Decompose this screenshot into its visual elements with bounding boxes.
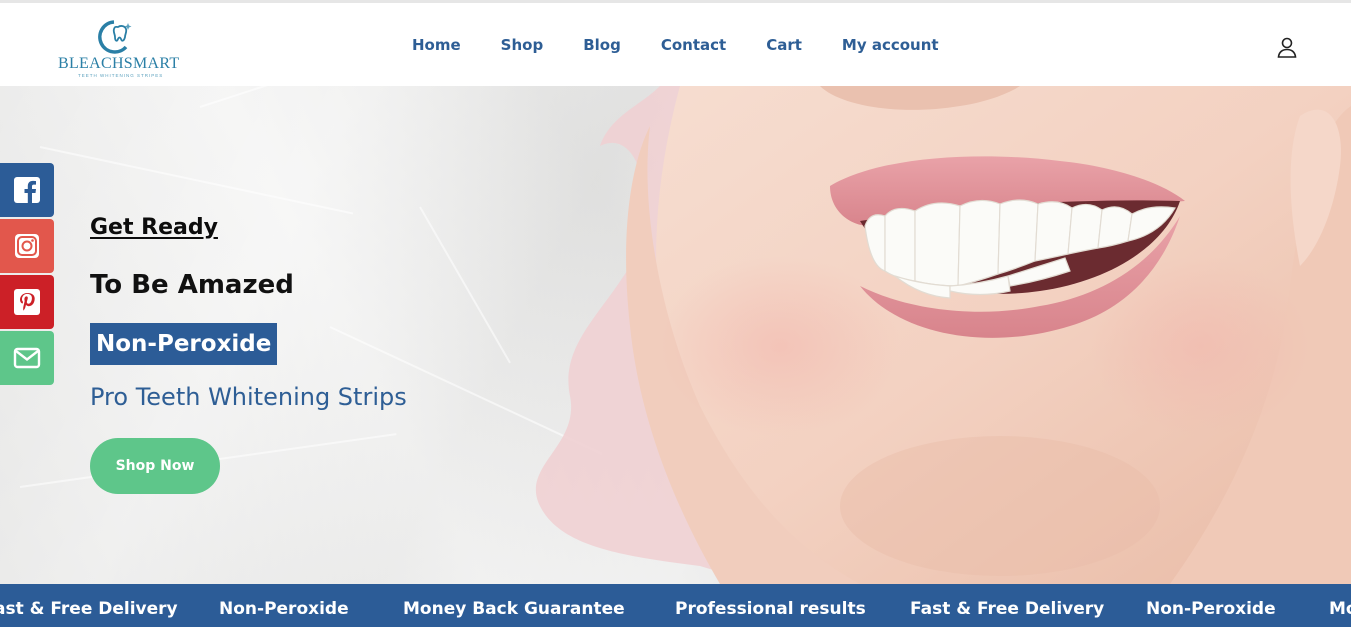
instagram-button[interactable] [0,219,54,273]
hero-kicker: Get Ready [90,215,218,240]
logo-wordmark: BLEACHSMART [58,55,180,72]
shop-now-button[interactable]: Shop Now [90,438,220,494]
nav-blog[interactable]: Blog [583,36,621,54]
mail-icon [13,347,41,369]
feature-ticker: ast & Free Delivery Non-Peroxide Money B… [0,584,1351,627]
page: BLEACHSMART TEETH WHITENING STRIPES Home… [0,0,1351,627]
email-button[interactable] [0,331,54,385]
hero-title: To Be Amazed [90,270,294,300]
nav-shop[interactable]: Shop [501,36,544,54]
facebook-icon [14,177,40,203]
nav-cart[interactable]: Cart [766,36,802,54]
hero-subtitle: Pro Teeth Whitening Strips [90,383,407,411]
logo-tagline: TEETH WHITENING STRIPES [78,73,164,78]
ticker-item: Non-Peroxide [1146,599,1276,619]
ticker-item: Money Back Guarantee [403,599,625,619]
site-header: BLEACHSMART TEETH WHITENING STRIPES Home… [0,3,1351,86]
site-logo[interactable]: BLEACHSMART TEETH WHITENING STRIPES [56,19,180,81]
instagram-icon [15,234,39,258]
hero-highlight: Non-Peroxide [90,323,278,365]
pinterest-icon [14,289,40,315]
nav-my-account[interactable]: My account [842,36,939,54]
user-icon[interactable] [1276,36,1298,58]
main-nav: Home Shop Blog Contact Cart My account [412,36,939,54]
nav-home[interactable]: Home [412,36,461,54]
ticker-item: Non-Peroxide [219,599,349,619]
social-share-bar [0,163,54,387]
ticker-item: Fast & Free Delivery [910,599,1105,619]
nav-contact[interactable]: Contact [661,36,726,54]
tooth-logo-icon [98,20,132,54]
pinterest-button[interactable] [0,275,54,329]
ticker-item: ast & Free Delivery [0,599,178,619]
ticker-item: Professional results [675,599,866,619]
facebook-button[interactable] [0,163,54,217]
hero-banner: Get Ready To Be Amazed Non-Peroxide Pro … [0,86,1351,584]
ticker-item: Mo [1329,599,1351,619]
